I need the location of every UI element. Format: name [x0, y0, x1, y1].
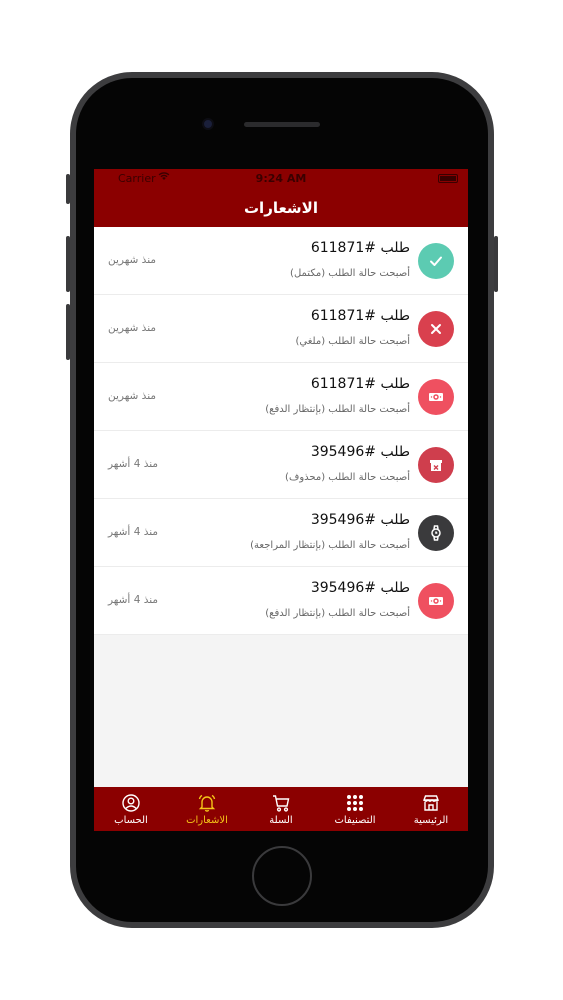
- notification-row[interactable]: طلب #395496 أصبحت حالة الطلب (بإنتظار الم…: [94, 499, 468, 567]
- x-icon: [418, 311, 454, 347]
- tab-account-label: الحساب: [114, 815, 148, 826]
- order-number: طلب #611871: [310, 376, 410, 392]
- tab-account[interactable]: الحساب: [94, 787, 168, 831]
- check-icon: [418, 243, 454, 279]
- tab-cart[interactable]: السلة: [244, 787, 318, 831]
- power-button: [494, 236, 498, 292]
- notification-row[interactable]: طلب #611871 أصبحت حالة الطلب (مكتمل) منذ ش…: [94, 227, 468, 295]
- cash-icon: [418, 583, 454, 619]
- app-screen: Carrier 9:24 AM الاشعارات طلب #611871 أصب…: [94, 169, 468, 831]
- order-number: طلب #395496: [310, 444, 410, 460]
- order-status-text: أصبحت حالة الطلب (بإنتظار الدفع): [265, 608, 410, 619]
- earpiece-speaker: [244, 122, 320, 127]
- app-header: Carrier 9:24 AM الاشعارات: [94, 169, 468, 227]
- order-number: طلب #611871: [310, 308, 410, 324]
- front-camera: [202, 118, 214, 130]
- bell-icon: [198, 794, 216, 812]
- user-circle-icon: [122, 794, 140, 812]
- tab-categories[interactable]: التصنيفات: [318, 787, 392, 831]
- order-status-text: أصبحت حالة الطلب (بإنتظار الدفع): [265, 404, 410, 415]
- order-number: طلب #395496: [310, 580, 410, 596]
- page-title: الاشعارات: [243, 199, 318, 217]
- volume-down-button: [66, 304, 70, 360]
- status-bar: Carrier 9:24 AM: [94, 169, 468, 189]
- grid-dots-icon: [347, 795, 363, 811]
- notification-row[interactable]: طلب #395496 أصبحت حالة الطلب (بإنتظار الد…: [94, 567, 468, 635]
- order-status-text: أصبحت حالة الطلب (ملغي): [295, 336, 410, 347]
- watch-icon: [418, 515, 454, 551]
- tab-home[interactable]: الرئيسية: [394, 787, 468, 831]
- cart-icon: [273, 795, 290, 812]
- order-status-text: أصبحت حالة الطلب (مكتمل): [290, 268, 410, 279]
- notifications-list: طلب #611871 أصبحت حالة الطلب (مكتمل) منذ ش…: [94, 227, 468, 635]
- store-icon: [422, 795, 440, 811]
- time-ago: منذ شهرين: [108, 390, 156, 402]
- time-ago: منذ 4 أشهر: [108, 594, 159, 606]
- mute-switch: [66, 174, 70, 204]
- notification-row[interactable]: طلب #611871 أصبحت حالة الطلب (بإنتظار الد…: [94, 363, 468, 431]
- trash-box-icon: [418, 447, 454, 483]
- tab-cart-label: السلة: [269, 815, 293, 826]
- time-ago: منذ شهرين: [108, 254, 156, 266]
- battery-icon: [438, 174, 458, 183]
- cash-icon: [418, 379, 454, 415]
- volume-up-button: [66, 236, 70, 292]
- order-number: طلب #611871: [310, 240, 410, 256]
- tab-categories-label: التصنيفات: [334, 815, 376, 826]
- notification-row[interactable]: طلب #611871 أصبحت حالة الطلب (ملغي) منذ شه…: [94, 295, 468, 363]
- tab-home-label: الرئيسية: [413, 815, 449, 826]
- time-ago: منذ 4 أشهر: [108, 526, 159, 538]
- tab-notifications[interactable]: الاشعارات: [170, 787, 244, 831]
- order-status-text: أصبحت حالة الطلب (محذوف): [285, 472, 410, 483]
- time-ago: منذ 4 أشهر: [108, 458, 159, 470]
- bottom-tab-bar: الرئيسية التصنيفات السلة الاشعارات الحسا…: [94, 787, 468, 831]
- home-button[interactable]: [252, 846, 312, 906]
- tab-notifications-label: الاشعارات: [186, 815, 228, 826]
- order-status-text: أصبحت حالة الطلب (بإنتظار المراجعة): [250, 540, 410, 551]
- notification-row[interactable]: طلب #395496 أصبحت حالة الطلب (محذوف) منذ 4…: [94, 431, 468, 499]
- order-number: طلب #395496: [310, 512, 410, 528]
- clock: 9:24 AM: [255, 172, 307, 185]
- time-ago: منذ شهرين: [108, 322, 156, 334]
